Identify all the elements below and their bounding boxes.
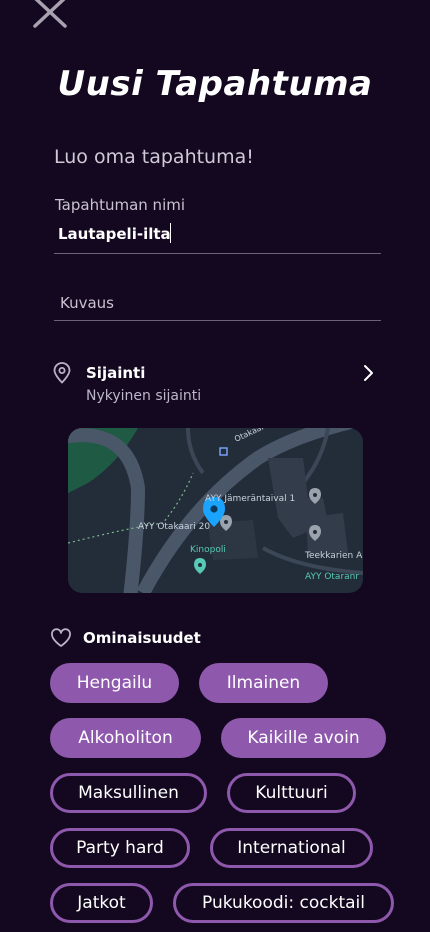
tag-party-hard[interactable]: Party hard xyxy=(50,828,190,868)
location-pin-icon xyxy=(52,362,72,384)
event-name-label: Tapahtuman nimi xyxy=(55,196,186,214)
map-label-otaranta: AYY Otaranr xyxy=(305,572,359,582)
tag-jatkot[interactable]: Jatkot xyxy=(50,883,153,923)
event-name-underline xyxy=(54,253,381,254)
tag-alkoholiton[interactable]: Alkoholiton xyxy=(50,718,201,758)
location-subtitle: Nykyinen sijainti xyxy=(86,388,202,404)
text-caret xyxy=(170,223,171,243)
map-label-jamerantaival: AYY Jämeräntaival 1 xyxy=(205,494,295,504)
event-name-input[interactable]: Lautapeli-ilta xyxy=(58,225,171,243)
tag-international[interactable]: International xyxy=(210,828,373,868)
tag-kulttuuri[interactable]: Kulttuuri xyxy=(227,773,356,813)
close-button[interactable] xyxy=(30,0,70,32)
tag-hengailu[interactable]: Hengailu xyxy=(50,663,179,703)
tag-maksullinen[interactable]: Maksullinen xyxy=(50,773,207,813)
description-input[interactable]: Kuvaus xyxy=(60,294,114,312)
description-underline xyxy=(54,320,381,321)
heart-icon xyxy=(50,628,72,648)
tag-pukukoodi-cocktail[interactable]: Pukukoodi: cocktail xyxy=(173,883,394,923)
location-title[interactable]: Sijainti xyxy=(86,364,145,382)
map-label-teekkarien: Teekkarien A xyxy=(304,551,363,561)
close-icon xyxy=(33,0,67,28)
location-map[interactable]: Otakaari AYY Jämeräntaival 1 AYY Otakaar… xyxy=(68,428,363,593)
page-title: Uusi Tapahtuma xyxy=(57,64,373,104)
chevron-right-icon[interactable] xyxy=(361,363,377,383)
tag-kaikille-avoin[interactable]: Kaikille avoin xyxy=(221,718,386,758)
form-subtitle: Luo oma tapahtuma! xyxy=(54,146,254,168)
map-label-kinopoli: Kinopoli xyxy=(190,545,226,555)
tag-ilmainen[interactable]: Ilmainen xyxy=(199,663,328,703)
features-title: Ominaisuudet xyxy=(83,629,201,647)
map-label-otakaari-20: AYY Otakaari 20 xyxy=(138,522,210,532)
